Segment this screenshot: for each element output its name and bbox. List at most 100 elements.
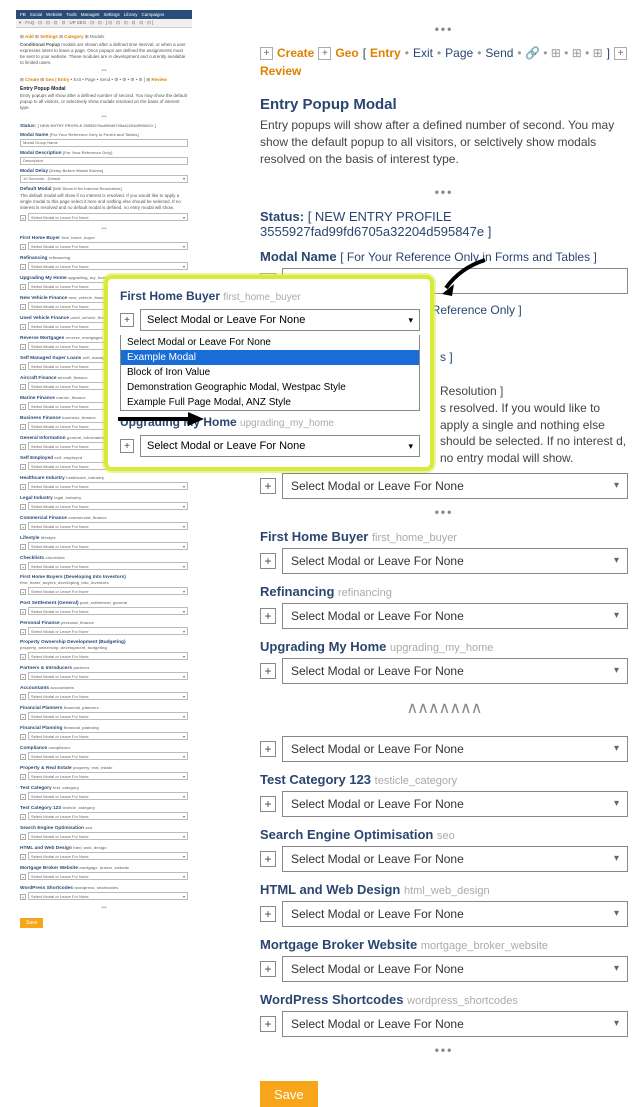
thumb-plus-icon[interactable]: + <box>20 629 26 635</box>
popup-select-2[interactable]: Select Modal or Leave For None <box>140 435 420 457</box>
thumb-plus-icon[interactable]: + <box>20 854 26 860</box>
thumb-plus-icon[interactable]: + <box>20 264 26 270</box>
plus-icon[interactable]: + <box>260 961 276 977</box>
thumb-plus-icon[interactable]: + <box>20 754 26 760</box>
crumb-page[interactable]: Page <box>445 46 473 60</box>
plus-icon[interactable]: + <box>260 796 276 812</box>
save-button[interactable]: Save <box>260 1081 318 1107</box>
plus-icon[interactable]: + <box>260 553 276 569</box>
thumb-plus-icon[interactable]: + <box>20 714 26 720</box>
main-cat-select[interactable]: Select Modal or Leave For None <box>282 658 628 684</box>
thumb-plus-icon[interactable]: + <box>20 609 26 615</box>
default-modal-select[interactable]: Select Modal or Leave For None <box>282 473 628 499</box>
thumb-plus-icon[interactable]: + <box>20 589 26 595</box>
thumb-cat-select[interactable]: Select Modal or Leave For None <box>28 892 188 900</box>
plus-icon[interactable]: + <box>260 478 276 494</box>
thumb-plus-icon[interactable]: + <box>20 874 26 880</box>
thumb-cat-select[interactable]: Select Modal or Leave For None <box>28 772 188 780</box>
thumb-cat-select[interactable]: Select Modal or Leave For None <box>28 672 188 680</box>
thumb-cat-select[interactable]: Select Modal or Leave For None <box>28 752 188 760</box>
plus-icon[interactable]: + <box>260 906 276 922</box>
thumb-cat-select[interactable]: Select Modal or Leave For None <box>28 262 188 270</box>
thumb-plus-icon[interactable]: + <box>20 564 26 570</box>
plus-icon[interactable]: + <box>120 313 134 327</box>
thumb-plus-icon[interactable]: + <box>20 304 26 310</box>
thumb-modal-desc-input[interactable]: Description <box>20 157 188 165</box>
thumb-plus-icon[interactable]: + <box>20 324 26 330</box>
thumb-cat-select[interactable]: Select Modal or Leave For None <box>28 852 188 860</box>
thumb-plus-icon[interactable]: + <box>20 444 26 450</box>
thumb-default-modal-select[interactable]: Select Modal or Leave For None <box>28 213 188 221</box>
plus-icon[interactable]: + <box>260 663 276 679</box>
thumb-cat-select[interactable]: Select Modal or Leave For None <box>28 732 188 740</box>
thumb-plus-icon[interactable]: + <box>20 674 26 680</box>
thumb-modal-delay-select[interactable]: 10 Seconds - Default <box>20 175 188 183</box>
crumb-entry[interactable]: Entry <box>370 46 401 60</box>
popup-option[interactable]: Block of Iron Value <box>121 365 419 380</box>
thumb-cat-select[interactable]: Select Modal or Leave For None <box>28 652 188 660</box>
thumb-cat-select[interactable]: Select Modal or Leave For None <box>28 502 188 510</box>
thumb-plus-icon[interactable]: + <box>20 464 26 470</box>
thumb-plus-icon[interactable]: + <box>20 694 26 700</box>
thumb-cat-select[interactable]: Select Modal or Leave For None <box>28 872 188 880</box>
thumb-plus-icon[interactable]: + <box>20 504 26 510</box>
thumb-cat-select[interactable]: Select Modal or Leave For None <box>28 792 188 800</box>
thumb-cat-select[interactable]: Select Modal or Leave For None <box>28 242 188 250</box>
main-cat-select[interactable]: Select Modal or Leave For None <box>282 791 628 817</box>
thumb-plus-icon[interactable]: + <box>20 215 26 221</box>
thumb-plus-icon[interactable]: + <box>20 654 26 660</box>
thumb-plus-icon[interactable]: + <box>20 774 26 780</box>
popup-dropdown[interactable]: Select Modal or Leave For None Example M… <box>120 335 420 411</box>
thumb-cat-select[interactable]: Select Modal or Leave For None <box>28 832 188 840</box>
thumb-cat-select[interactable]: Select Modal or Leave For None <box>28 482 188 490</box>
thumb-plus-icon[interactable]: + <box>20 404 26 410</box>
thumb-plus-icon[interactable]: + <box>20 484 26 490</box>
plus-icon[interactable]: + <box>260 608 276 624</box>
plus-icon[interactable]: + <box>318 47 331 60</box>
thumb-cat-select[interactable]: Select Modal or Leave For None <box>28 627 188 635</box>
thumb-save-button[interactable]: Save <box>20 918 43 928</box>
plus-icon[interactable]: + <box>120 439 134 453</box>
thumb-cat-select[interactable]: Select Modal or Leave For None <box>28 812 188 820</box>
thumb-modal-name-input[interactable]: Modal Group Name <box>20 139 188 147</box>
thumb-plus-icon[interactable]: + <box>20 894 26 900</box>
main-cat-select[interactable]: Select Modal or Leave For None <box>282 736 628 762</box>
thumb-plus-icon[interactable]: + <box>20 344 26 350</box>
thumb-cat-select[interactable]: Select Modal or Leave For None <box>28 542 188 550</box>
plus-icon[interactable]: + <box>260 741 276 757</box>
main-cat-select[interactable]: Select Modal or Leave For None <box>282 901 628 927</box>
thumb-cat-select[interactable]: Select Modal or Leave For None <box>28 692 188 700</box>
thumb-plus-icon[interactable]: + <box>20 794 26 800</box>
plus-icon[interactable]: + <box>260 1016 276 1032</box>
crumb-create[interactable]: Create <box>277 46 314 60</box>
thumb-plus-icon[interactable]: + <box>20 424 26 430</box>
thumb-plus-icon[interactable]: + <box>20 734 26 740</box>
thumb-plus-icon[interactable]: + <box>20 834 26 840</box>
main-cat-select[interactable]: Select Modal or Leave For None <box>282 603 628 629</box>
popup-option[interactable]: Demonstration Geographic Modal, Westpac … <box>121 380 419 395</box>
popup-option[interactable]: Select Modal or Leave For None <box>121 335 419 350</box>
thumb-plus-icon[interactable]: + <box>20 814 26 820</box>
thumb-cat-select[interactable]: Select Modal or Leave For None <box>28 522 188 530</box>
thumb-plus-icon[interactable]: + <box>20 244 26 250</box>
thumb-cat-select[interactable]: Select Modal or Leave For None <box>28 712 188 720</box>
plus-icon[interactable]: + <box>260 851 276 867</box>
thumb-plus-icon[interactable]: + <box>20 284 26 290</box>
plus-icon[interactable]: + <box>614 47 627 60</box>
thumb-cat-select[interactable]: Select Modal or Leave For None <box>28 587 188 595</box>
crumb-send[interactable]: Send <box>485 46 513 60</box>
main-cat-select[interactable]: Select Modal or Leave For None <box>282 846 628 872</box>
main-cat-select[interactable]: Select Modal or Leave For None <box>282 956 628 982</box>
thumb-plus-icon[interactable]: + <box>20 384 26 390</box>
thumb-cat-select[interactable]: Select Modal or Leave For None <box>28 607 188 615</box>
popup-option-selected[interactable]: Example Modal <box>121 350 419 365</box>
crumb-exit[interactable]: Exit <box>413 46 433 60</box>
thumb-plus-icon[interactable]: + <box>20 544 26 550</box>
thumb-plus-icon[interactable]: + <box>20 364 26 370</box>
main-cat-select[interactable]: Select Modal or Leave For None <box>282 1011 628 1037</box>
crumb-review[interactable]: Review <box>260 64 301 78</box>
crumb-geo[interactable]: Geo <box>335 46 358 60</box>
popup-select-1[interactable]: Select Modal or Leave For None <box>140 309 420 331</box>
plus-icon[interactable]: + <box>260 47 273 60</box>
main-cat-select[interactable]: Select Modal or Leave For None <box>282 548 628 574</box>
